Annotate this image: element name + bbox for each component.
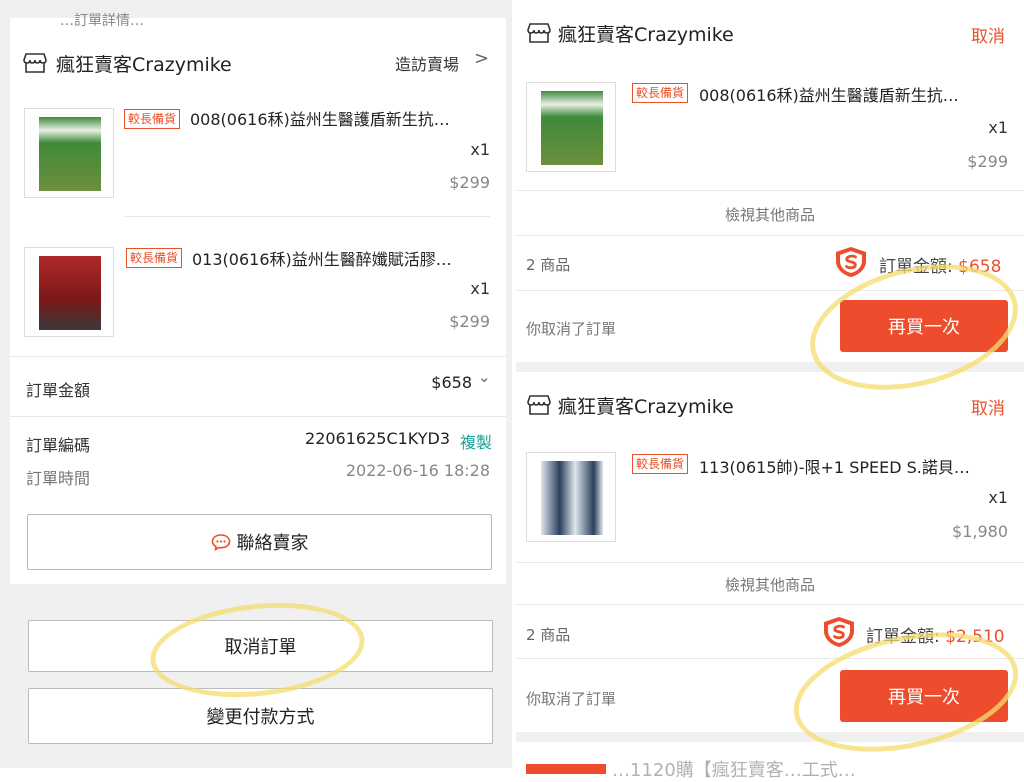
divider bbox=[516, 562, 1024, 563]
product-qty: x1 bbox=[470, 140, 490, 159]
product-box-image bbox=[39, 117, 101, 191]
chevron-down-icon[interactable]: ⌄ bbox=[478, 368, 491, 386]
items-count: 2 商品 bbox=[526, 256, 571, 274]
cancelled-note: 你取消了訂單 bbox=[526, 320, 617, 338]
purchase-history-panel: 瘋狂賣客Crazymike 取消 較長備貨 008(0616秝)益州生醫護盾新生… bbox=[516, 0, 1024, 781]
store-name[interactable]: 瘋狂賣客Crazymike bbox=[558, 20, 734, 47]
order-time-label: 訂單時間 bbox=[26, 469, 91, 488]
store-tag-partial bbox=[526, 764, 606, 774]
visit-store-link[interactable]: 造訪賣場 bbox=[395, 51, 459, 75]
order-status-cancelled: 取消 bbox=[971, 27, 1005, 47]
store-name[interactable]: 瘋狂賣客Crazymike bbox=[558, 392, 734, 419]
chevron-right-icon: > bbox=[474, 48, 490, 69]
product-price: $299 bbox=[449, 173, 490, 192]
change-payment-button[interactable]: 變更付款方式 bbox=[28, 688, 493, 744]
product-name[interactable]: 113(0615帥)-限+1 SPEED S.諾貝… bbox=[699, 454, 999, 478]
product-qty: x1 bbox=[988, 488, 1008, 507]
view-other-products-link[interactable]: 檢視其他商品 bbox=[516, 204, 1024, 225]
divider bbox=[124, 216, 490, 217]
copy-order-number-link[interactable]: 複製 bbox=[454, 429, 492, 453]
product-qty: x1 bbox=[470, 279, 490, 298]
shopee-guarantee-shield-icon bbox=[836, 247, 866, 277]
order-number-value: 22061625C1KYD3 bbox=[305, 429, 450, 448]
product-thumbnail[interactable] bbox=[526, 452, 616, 542]
long-stock-tag: 較長備貨 bbox=[126, 248, 183, 268]
store-order-card: …訂單詳情… 瘋狂賣客Crazymike 造訪賣場 > 較長備貨 008(061… bbox=[10, 13, 506, 504]
product-box-image bbox=[39, 256, 101, 330]
divider bbox=[10, 416, 506, 417]
product-thumbnail[interactable] bbox=[24, 108, 114, 198]
view-other-products-link[interactable]: 檢視其他商品 bbox=[516, 574, 1024, 595]
product-price: $1,980 bbox=[952, 522, 1008, 541]
divider bbox=[10, 356, 506, 357]
order-number-label: 訂單編碼 bbox=[26, 436, 91, 455]
shopee-guarantee-shield-icon bbox=[824, 617, 854, 647]
product-thumbnail[interactable] bbox=[24, 247, 114, 337]
product-name[interactable]: 013(0616秝)益州生醫醉孅賦活膠… bbox=[192, 246, 490, 270]
divider bbox=[516, 235, 1024, 236]
long-stock-tag: 較長備貨 bbox=[124, 109, 181, 129]
contact-seller-label: 聯絡賣家 bbox=[236, 533, 309, 554]
product-name[interactable]: 008(0616秝)益州生醫護盾新生抗… bbox=[699, 82, 999, 106]
store-icon bbox=[23, 53, 47, 73]
items-count: 2 商品 bbox=[526, 626, 571, 644]
contact-seller-button[interactable]: 聯絡賣家 bbox=[27, 514, 492, 570]
chat-bubble-icon bbox=[211, 534, 230, 551]
order-total-label: 訂單金額 bbox=[26, 381, 91, 400]
order-time-value: 2022-06-16 18:28 bbox=[345, 461, 490, 480]
product-price: $299 bbox=[967, 152, 1008, 171]
partial-store-name: …1120購【瘋狂賣客…工式… bbox=[612, 760, 856, 781]
product-box-image bbox=[541, 91, 603, 165]
contact-section: 聯絡賣家 bbox=[10, 504, 506, 584]
cancelled-note: 你取消了訂單 bbox=[526, 690, 617, 708]
store-name[interactable]: 瘋狂賣客Crazymike bbox=[56, 50, 232, 77]
product-name[interactable]: 008(0616秝)益州生醫護盾新生抗… bbox=[190, 106, 490, 130]
product-box-image bbox=[541, 461, 603, 535]
store-icon bbox=[527, 23, 551, 43]
long-stock-tag: 較長備貨 bbox=[632, 454, 689, 474]
product-qty: x1 bbox=[988, 118, 1008, 137]
divider bbox=[516, 604, 1024, 605]
change-payment-label: 變更付款方式 bbox=[206, 707, 315, 728]
top-remnant-text: …訂單詳情… bbox=[60, 13, 144, 29]
product-price: $299 bbox=[449, 312, 490, 331]
store-header[interactable]: 瘋狂賣客Crazymike 造訪賣場 > bbox=[10, 38, 506, 86]
long-stock-tag: 較長備貨 bbox=[632, 83, 689, 103]
order-card-partial[interactable]: …1120購【瘋狂賣客…工式… bbox=[516, 742, 1024, 781]
divider bbox=[516, 190, 1024, 191]
product-thumbnail[interactable] bbox=[526, 82, 616, 172]
order-detail-panel: …訂單詳情… 瘋狂賣客Crazymike 造訪賣場 > 較長備貨 008(061… bbox=[0, 0, 512, 768]
order-total-value[interactable]: $658 bbox=[310, 373, 472, 392]
store-icon bbox=[527, 395, 551, 415]
order-status-cancelled: 取消 bbox=[971, 399, 1005, 419]
